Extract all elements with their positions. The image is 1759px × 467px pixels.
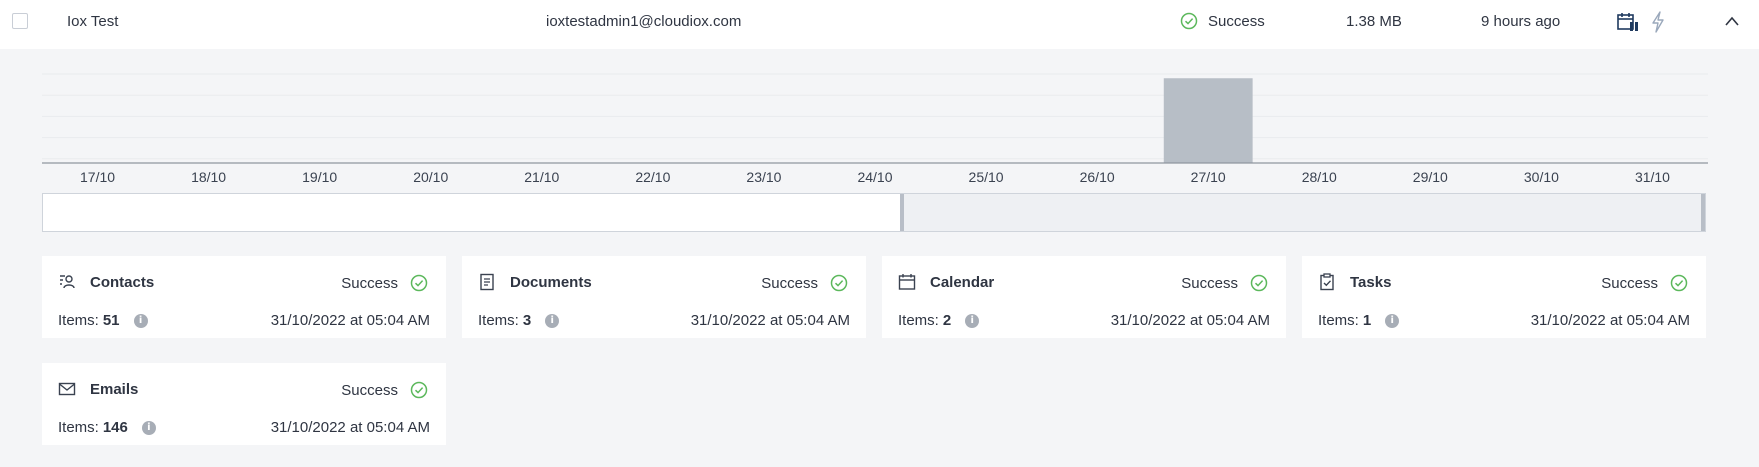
- service-last-backup-date: 31/10/2022 at 05:04 AM: [270, 419, 430, 436]
- service-status-text: Success: [761, 274, 818, 292]
- x-tick-label: 18/10: [191, 169, 226, 185]
- service-status-text: Success: [1601, 274, 1658, 292]
- x-tick-label: 24/10: [857, 169, 892, 185]
- document-icon: [480, 273, 494, 291]
- x-tick-label: 28/10: [1302, 169, 1337, 185]
- backup-status: Success: [1180, 12, 1265, 30]
- items-label: Items:: [58, 312, 99, 329]
- service-title: Calendar: [930, 274, 995, 291]
- info-icon[interactable]: i: [133, 313, 148, 328]
- backup-history-chart: 17/10 18/10 19/10 20/10 21/10 22/10 23/10 24/10…: [42, 70, 1708, 196]
- navigator-right-handle[interactable]: [1701, 194, 1705, 231]
- items-label: Items:: [898, 312, 939, 329]
- email-icon: [58, 382, 76, 396]
- service-title: Contacts: [90, 274, 155, 291]
- last-backup-time: 9 hours ago: [1481, 13, 1561, 30]
- x-tick-label: 26/10: [1080, 169, 1115, 185]
- service-status: Success: [1601, 274, 1688, 292]
- service-card-contacts: Contacts Success Items: 51 i 31/10/2022 at 05…: [42, 256, 446, 338]
- info-icon[interactable]: i: [965, 313, 980, 328]
- service-title: Documents: [510, 274, 592, 291]
- navigator-left-handle[interactable]: [900, 194, 905, 231]
- chart-navigator[interactable]: [42, 193, 1706, 232]
- success-check-icon: [1670, 274, 1688, 292]
- row-checkbox[interactable]: [12, 13, 28, 29]
- service-last-backup-date: 31/10/2022 at 05:04 AM: [1110, 312, 1270, 329]
- x-tick-label: 19/10: [302, 169, 337, 185]
- service-card-emails: Emails Success Items: 146 i 31/10/2022 at 05:…: [42, 363, 446, 445]
- bar-27/10[interactable]: [1163, 78, 1253, 163]
- collapse-chevron-icon[interactable]: [1724, 14, 1740, 28]
- user-name: Iox Test: [67, 13, 119, 30]
- items-count: 3: [522, 312, 532, 329]
- user-backup-row: Iox Test ioxtestadmin1@cloudiox.com Succ…: [0, 0, 1759, 49]
- service-card-calendar: Calendar Success Items: 2 i 31/10/2022 at 05:…: [882, 256, 1286, 338]
- x-tick-label: 30/10: [1524, 169, 1559, 185]
- backup-size: 1.38 MB: [1346, 13, 1402, 30]
- x-tick-label: 27/10: [1191, 169, 1226, 185]
- success-check-icon: [830, 274, 848, 292]
- items-label: Items:: [1318, 312, 1359, 329]
- service-status-text: Success: [341, 381, 398, 399]
- x-tick-label: 25/10: [969, 169, 1004, 185]
- x-tick-label: 31/10: [1635, 169, 1670, 185]
- items-count: 1: [1362, 312, 1372, 329]
- success-check-icon: [410, 381, 428, 399]
- items-label: Items:: [478, 312, 519, 329]
- success-check-icon: [1180, 12, 1198, 30]
- service-items: Items: 1 i: [1318, 312, 1400, 329]
- service-status-text: Success: [1181, 274, 1238, 292]
- service-items: Items: 3 i: [478, 312, 560, 329]
- service-status: Success: [1181, 274, 1268, 292]
- x-tick-label: 21/10: [524, 169, 559, 185]
- calendar-icon: [898, 274, 916, 290]
- x-tick-label: 17/10: [80, 169, 115, 185]
- schedule-pause-icon[interactable]: [1617, 12, 1639, 32]
- service-last-backup-date: 31/10/2022 at 05:04 AM: [1530, 312, 1690, 329]
- info-icon[interactable]: i: [141, 420, 156, 435]
- service-title: Tasks: [1350, 274, 1392, 291]
- x-tick-label: 20/10: [413, 169, 448, 185]
- backup-now-icon[interactable]: [1651, 11, 1665, 33]
- items-count: 51: [102, 312, 120, 329]
- service-status: Success: [341, 381, 428, 399]
- service-status-text: Success: [341, 274, 398, 292]
- service-card-documents: Documents Success Items: 3 i 31/10/2022 at 05…: [462, 256, 866, 338]
- service-last-backup-date: 31/10/2022 at 05:04 AM: [270, 312, 430, 329]
- x-tick-label: 23/10: [746, 169, 781, 185]
- service-items: Items: 51 i: [58, 312, 148, 329]
- items-count: 146: [102, 419, 128, 436]
- service-items: Items: 146 i: [58, 419, 156, 436]
- x-tick-label: 22/10: [635, 169, 670, 185]
- info-icon[interactable]: i: [1385, 313, 1400, 328]
- items-count: 2: [942, 312, 952, 329]
- x-tick-label: 29/10: [1413, 169, 1448, 185]
- backup-status-text: Success: [1208, 12, 1265, 30]
- user-email: ioxtestadmin1@cloudiox.com: [546, 13, 742, 30]
- service-status: Success: [761, 274, 848, 292]
- service-items: Items: 2 i: [898, 312, 980, 329]
- info-icon[interactable]: i: [545, 313, 560, 328]
- chart-svg: 17/10 18/10 19/10 20/10 21/10 22/10 23/10 24/10…: [42, 73, 1708, 185]
- navigator-selection[interactable]: [902, 194, 1705, 231]
- service-status: Success: [341, 274, 428, 292]
- items-label: Items:: [58, 419, 99, 436]
- success-check-icon: [410, 274, 428, 292]
- contacts-icon: [60, 275, 75, 289]
- service-last-backup-date: 31/10/2022 at 05:04 AM: [690, 312, 850, 329]
- service-title: Emails: [90, 381, 139, 398]
- tasks-icon: [1320, 273, 1334, 291]
- service-card-tasks: Tasks Success Items: 1 i 31/10/2022 at 05:04 …: [1302, 256, 1706, 338]
- success-check-icon: [1250, 274, 1268, 292]
